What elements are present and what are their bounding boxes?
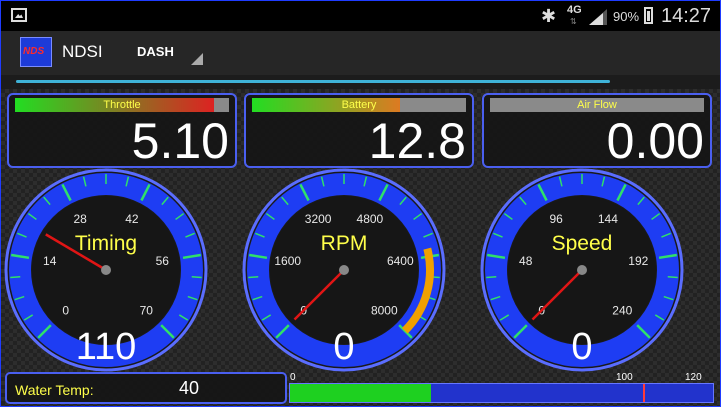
water-temp-value: 40 [179, 378, 200, 398]
timing-tick-label: 0 [62, 303, 69, 317]
timing-needle-hub [101, 265, 111, 275]
water-scale-label: 0 [290, 372, 296, 383]
rpm-tick-label: 1600 [274, 254, 301, 268]
timing-tick-label: 14 [43, 254, 57, 268]
timing-gauge-tick [191, 275, 202, 279]
speed-needle-hub [577, 265, 587, 275]
rpm-gauge-tick [248, 275, 259, 279]
rpm-tick-label: 6400 [387, 254, 414, 268]
water-temp-panel[interactable]: Water Temp: 40 [5, 372, 287, 404]
rpm-tick-label: 3200 [305, 212, 332, 226]
water-temp-bar: 0 100 120 [289, 372, 714, 404]
water-temp-scale: 0 100 120 [289, 372, 714, 383]
speed-tick-label: 96 [549, 212, 563, 226]
timing-gauge-name: Timing [75, 232, 137, 255]
water-temp-label: Water Temp: [15, 382, 94, 398]
speed-gauge-name: Speed [552, 232, 613, 255]
rpm-tick-label: 4800 [357, 212, 384, 226]
speed-tick-label: 240 [612, 303, 632, 317]
speed-tick-label: 48 [519, 254, 533, 268]
rpm-gauge-value: 0 [333, 326, 354, 368]
rpm-tick-label: 8000 [371, 303, 398, 317]
water-temp-track [289, 383, 714, 403]
water-scale-label: 120 [685, 372, 702, 383]
timing-tick-label: 42 [125, 212, 139, 226]
app-screen: ✱ 4G ⇅ 90% 14:27 NDS NDSI DASH Throttle … [0, 0, 721, 407]
timing-tick-label: 28 [73, 212, 87, 226]
speed-tick-label: 144 [598, 212, 618, 226]
gauges-layer: 0 14 28 42 56 70 Timing 110 0 1600 3200 4800 6400 800… [4, 168, 684, 372]
rpm-needle-hub [339, 265, 349, 275]
speed-tick-label: 192 [628, 254, 648, 268]
timing-tick-label: 70 [140, 303, 154, 317]
rpm-gauge-name: RPM [321, 232, 368, 255]
timing-gauge-value: 110 [76, 326, 137, 368]
timing-tick-label: 56 [156, 254, 170, 268]
speed-gauge-tick [486, 275, 497, 279]
speed-gauge-value: 0 [571, 326, 592, 368]
timing-gauge-tick [10, 275, 21, 279]
speed-gauge-tick [667, 275, 678, 279]
water-temp-fill [290, 384, 431, 402]
water-scale-label: 100 [616, 372, 633, 383]
water-temp-limit-marker [642, 384, 645, 402]
